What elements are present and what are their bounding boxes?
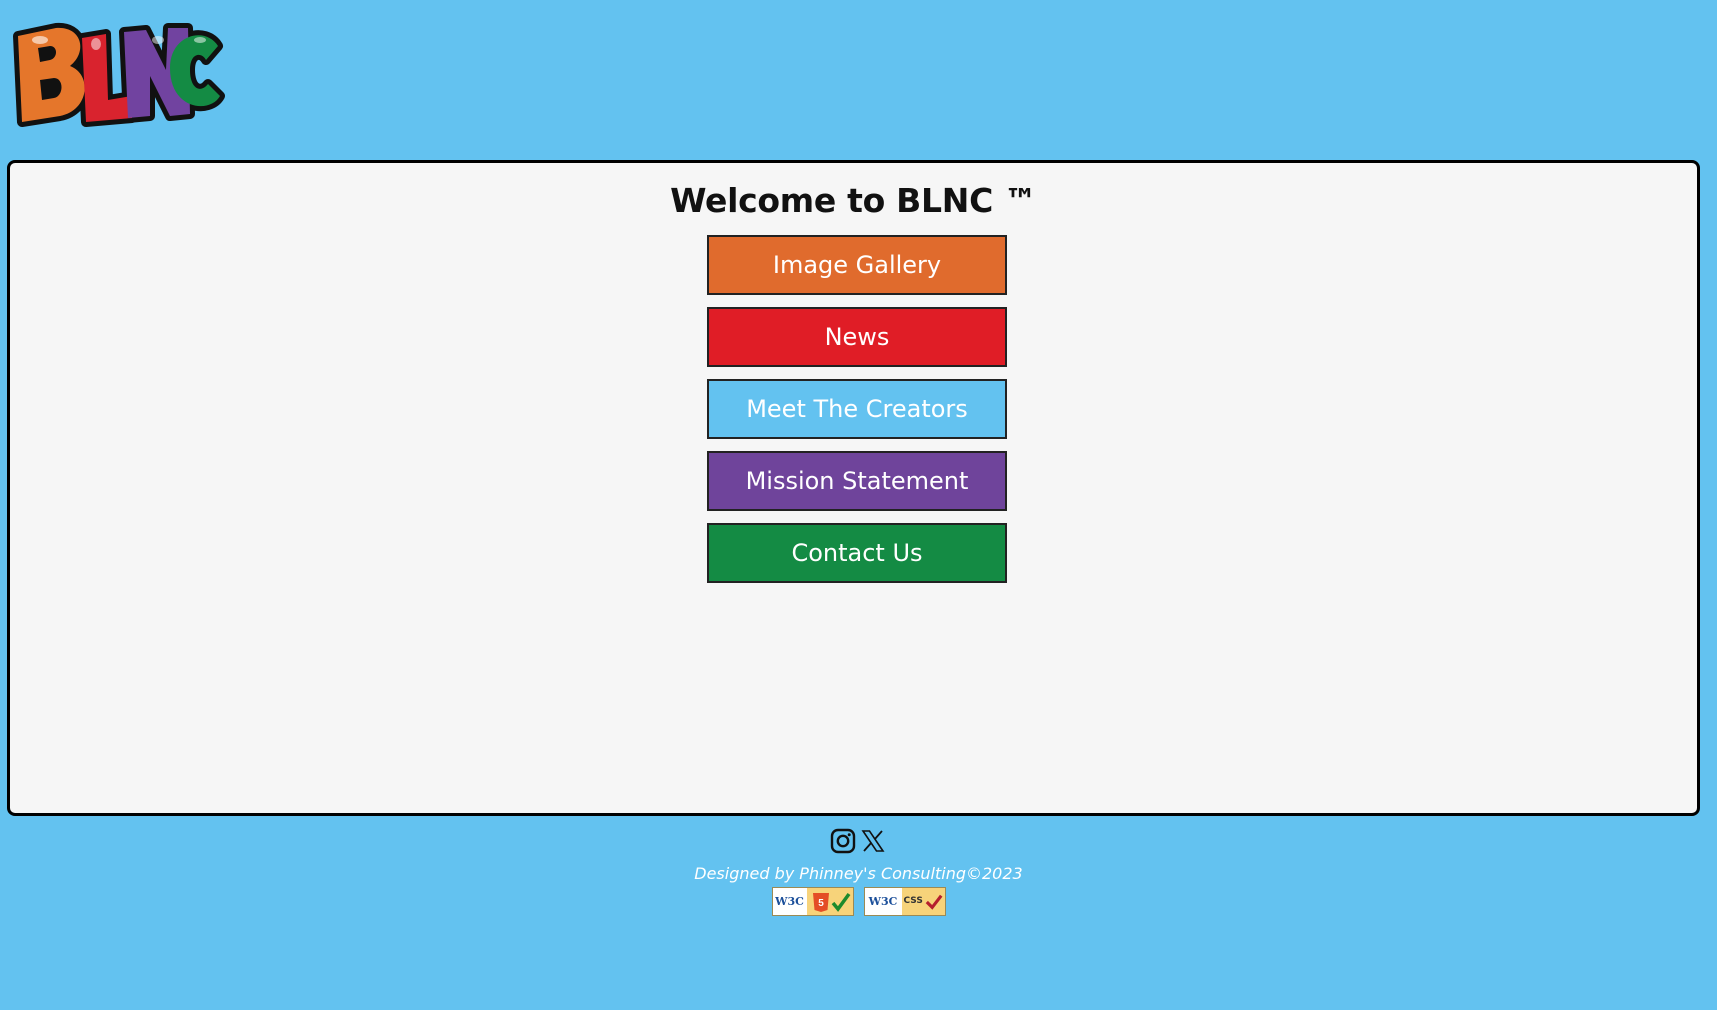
css-text: CSS (903, 896, 923, 906)
page-title: Welcome to BLNC ™ (670, 181, 1037, 220)
nav-news-button[interactable]: News (707, 307, 1007, 367)
designer-credit: Designed by Phinney's Consulting©2023 (694, 864, 1023, 883)
instagram-icon[interactable] (830, 828, 856, 854)
css-check-icon (925, 894, 942, 910)
main-panel: Welcome to BLNC ™ Image Gallery News Mee… (7, 160, 1700, 816)
css-badge-label: CSS (901, 888, 945, 915)
validation-badges: W3C 5 W3C CSS (0, 887, 1717, 916)
x-icon[interactable] (860, 828, 886, 854)
nav-menu: Image Gallery News Meet The Creators Mis… (707, 235, 1007, 595)
html5-badge-label: 5 (806, 888, 853, 915)
nav-image-gallery-button[interactable]: Image Gallery (707, 235, 1007, 295)
html5-valid-badge[interactable]: W3C 5 (771, 887, 854, 916)
blnc-logo-graphic (13, 22, 225, 127)
w3c-label: W3C (864, 888, 902, 915)
footer: Designed by Phinney's Consulting©2023 W3… (0, 828, 1717, 916)
brand-logo[interactable] (10, 18, 226, 132)
nav-mission-statement-button[interactable]: Mission Statement (707, 451, 1007, 511)
css-valid-badge[interactable]: W3C CSS (863, 887, 946, 916)
social-links (0, 828, 1717, 858)
svg-text:5: 5 (818, 898, 824, 909)
nav-meet-the-creators-button[interactable]: Meet The Creators (707, 379, 1007, 439)
html5-check-icon: 5 (812, 892, 850, 912)
nav-contact-us-button[interactable]: Contact Us (707, 523, 1007, 583)
w3c-label: W3C (772, 888, 807, 915)
